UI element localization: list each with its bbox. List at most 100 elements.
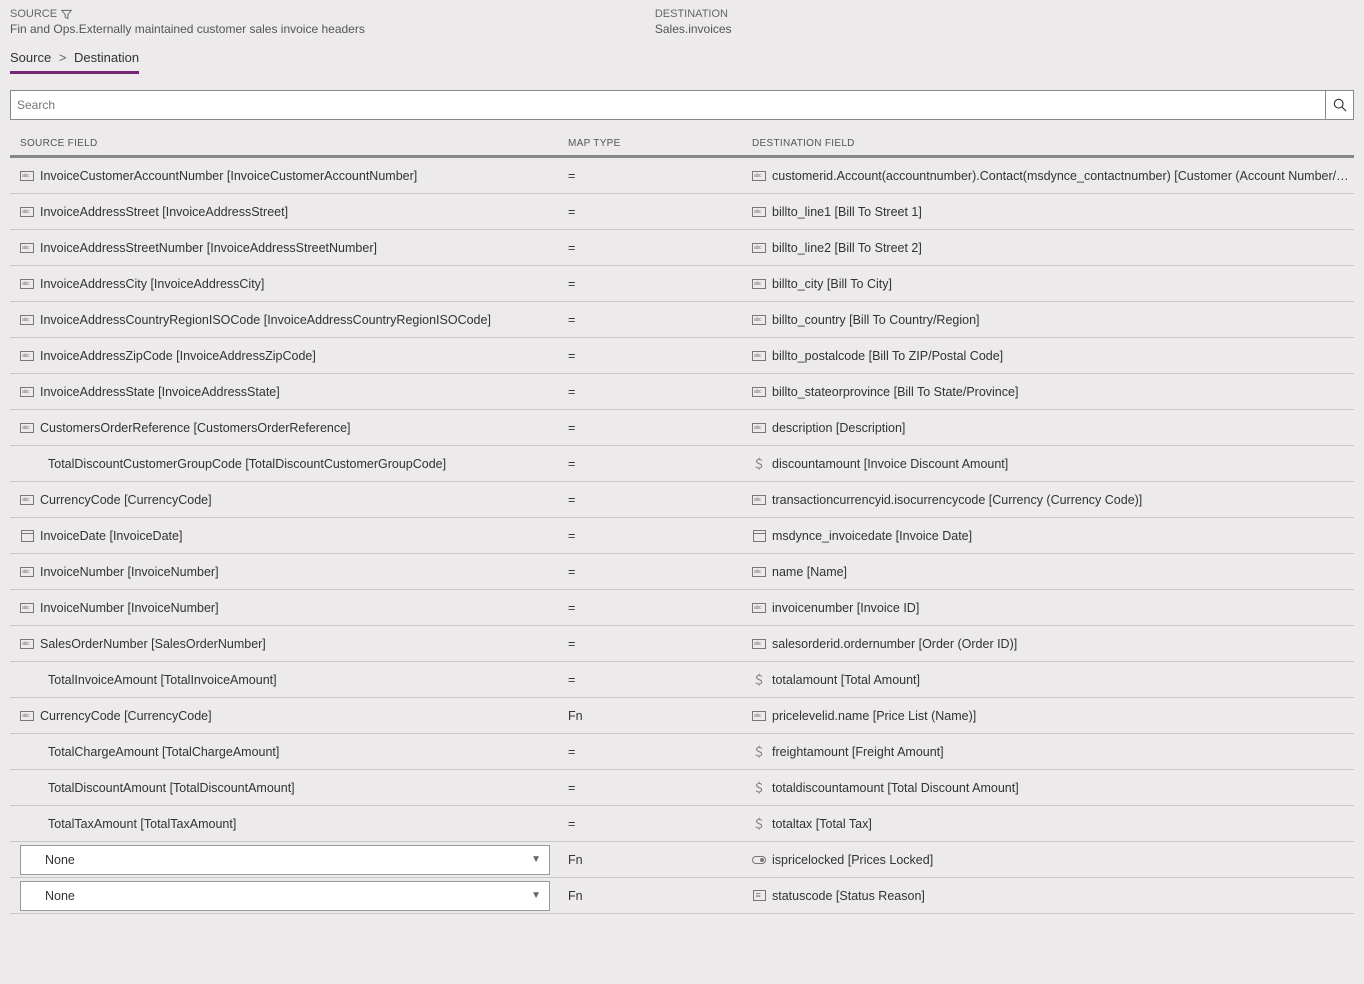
map-type-cell[interactable]: = bbox=[568, 385, 752, 399]
source-field-cell[interactable]: TotalTaxAmount [TotalTaxAmount] bbox=[10, 817, 568, 831]
map-type-cell[interactable]: Fn bbox=[568, 853, 752, 867]
destination-field-cell[interactable]: billto_postalcode [Bill To ZIP/Postal Co… bbox=[752, 349, 1354, 363]
destination-field-cell[interactable]: name [Name] bbox=[752, 565, 1354, 579]
grid-header: SOURCE FIELD MAP TYPE DESTINATION FIELD bbox=[10, 132, 1354, 158]
destination-field-cell[interactable]: billto_city [Bill To City] bbox=[752, 277, 1354, 291]
map-type-cell[interactable]: = bbox=[568, 277, 752, 291]
source-field-cell[interactable]: InvoiceAddressStreetNumber [InvoiceAddre… bbox=[10, 241, 568, 255]
breadcrumb-tab[interactable]: Source > Destination bbox=[10, 46, 139, 74]
mapping-row[interactable]: TotalDiscountAmount [TotalDiscountAmount… bbox=[10, 770, 1354, 806]
source-field-cell[interactable]: InvoiceDate [InvoiceDate] bbox=[10, 529, 568, 543]
mapping-row[interactable]: TotalChargeAmount [TotalChargeAmount]=＄f… bbox=[10, 734, 1354, 770]
source-field-cell[interactable]: TotalDiscountAmount [TotalDiscountAmount… bbox=[10, 781, 568, 795]
mapping-row[interactable]: InvoiceAddressCity [InvoiceAddressCity]=… bbox=[10, 266, 1354, 302]
destination-field-cell[interactable]: salesorderid.ordernumber [Order (Order I… bbox=[752, 637, 1354, 651]
source-field-select[interactable]: None▼ bbox=[20, 881, 550, 911]
source-field-cell[interactable]: TotalInvoiceAmount [TotalInvoiceAmount] bbox=[10, 673, 568, 687]
breadcrumb-sep: > bbox=[59, 50, 67, 65]
destination-field-cell[interactable]: description [Description] bbox=[752, 421, 1354, 435]
mapping-row[interactable]: TotalInvoiceAmount [TotalInvoiceAmount]=… bbox=[10, 662, 1354, 698]
destination-field-cell[interactable]: invoicenumber [Invoice ID] bbox=[752, 601, 1354, 615]
source-field-cell[interactable]: InvoiceAddressState [InvoiceAddressState… bbox=[10, 385, 568, 399]
source-field-select[interactable]: None▼ bbox=[20, 845, 550, 875]
text-field-icon bbox=[752, 494, 766, 506]
mapping-row[interactable]: TotalDiscountCustomerGroupCode [TotalDis… bbox=[10, 446, 1354, 482]
mapping-row[interactable]: TotalTaxAmount [TotalTaxAmount]=＄totalta… bbox=[10, 806, 1354, 842]
mapping-row[interactable]: InvoiceAddressCountryRegionISOCode [Invo… bbox=[10, 302, 1354, 338]
source-field-cell[interactable]: InvoiceAddressZipCode [InvoiceAddressZip… bbox=[10, 349, 568, 363]
mapping-row[interactable]: CurrencyCode [CurrencyCode]Fnpriceleveli… bbox=[10, 698, 1354, 734]
source-field-cell[interactable]: CurrencyCode [CurrencyCode] bbox=[10, 493, 568, 507]
source-field-cell[interactable]: TotalDiscountCustomerGroupCode [TotalDis… bbox=[10, 457, 568, 471]
source-field-cell[interactable]: InvoiceNumber [InvoiceNumber] bbox=[10, 565, 568, 579]
search-input[interactable] bbox=[10, 90, 1354, 120]
mapping-row[interactable]: SalesOrderNumber [SalesOrderNumber] =sale… bbox=[10, 626, 1354, 662]
map-type-cell[interactable]: Fn bbox=[568, 889, 752, 903]
mapping-row[interactable]: InvoiceAddressStreetNumber [InvoiceAddre… bbox=[10, 230, 1354, 266]
destination-field-text: billto_city [Bill To City] bbox=[772, 277, 892, 291]
destination-field-cell[interactable]: ＄totaltax [Total Tax] bbox=[752, 817, 1354, 831]
source-field-cell[interactable]: InvoiceAddressStreet [InvoiceAddressStre… bbox=[10, 205, 568, 219]
map-type-cell[interactable]: = bbox=[568, 817, 752, 831]
map-type-cell[interactable]: = bbox=[568, 565, 752, 579]
mapping-row[interactable]: CustomersOrderReference [CustomersOrderR… bbox=[10, 410, 1354, 446]
destination-field-cell[interactable]: ＄discountamount [Invoice Discount Amount… bbox=[752, 457, 1354, 471]
destination-field-cell[interactable]: customerid.Account(accountnumber).Contac… bbox=[752, 169, 1354, 183]
source-field-cell[interactable]: None▼ bbox=[10, 881, 568, 911]
map-type-cell[interactable]: Fn bbox=[568, 709, 752, 723]
col-map-header[interactable]: MAP TYPE bbox=[568, 138, 752, 149]
col-source-header[interactable]: SOURCE FIELD bbox=[10, 138, 568, 149]
destination-field-cell[interactable]: transactioncurrencyid.isocurrencycode [C… bbox=[752, 493, 1354, 507]
mapping-row[interactable]: InvoiceAddressZipCode [InvoiceAddressZip… bbox=[10, 338, 1354, 374]
destination-field-cell[interactable]: ＄totaldiscountamount [Total Discount Amo… bbox=[752, 781, 1354, 795]
destination-field-cell[interactable]: billto_country [Bill To Country/Region] bbox=[752, 313, 1354, 327]
source-field-cell[interactable]: InvoiceNumber [InvoiceNumber] bbox=[10, 601, 568, 615]
map-type-cell[interactable]: = bbox=[568, 349, 752, 363]
map-type-cell[interactable]: = bbox=[568, 493, 752, 507]
map-type-cell[interactable]: = bbox=[568, 781, 752, 795]
source-field-cell[interactable]: InvoiceAddressCountryRegionISOCode [Invo… bbox=[10, 313, 568, 327]
mapping-row[interactable]: CurrencyCode [CurrencyCode]=transactionc… bbox=[10, 482, 1354, 518]
date-field-icon bbox=[752, 530, 766, 542]
destination-field-cell[interactable]: ispricelocked [Prices Locked] bbox=[752, 853, 1354, 867]
destination-field-cell[interactable]: billto_stateorprovince [Bill To State/Pr… bbox=[752, 385, 1354, 399]
source-field-cell[interactable]: CurrencyCode [CurrencyCode] bbox=[10, 709, 568, 723]
map-type-cell[interactable]: = bbox=[568, 529, 752, 543]
map-type-cell[interactable]: = bbox=[568, 637, 752, 651]
search-button[interactable] bbox=[1325, 91, 1353, 119]
mapping-row[interactable]: InvoiceCustomerAccountNumber [InvoiceCus… bbox=[10, 158, 1354, 194]
destination-field-cell[interactable]: billto_line1 [Bill To Street 1] bbox=[752, 205, 1354, 219]
filter-icon[interactable] bbox=[61, 9, 72, 20]
source-field-cell[interactable]: TotalChargeAmount [TotalChargeAmount] bbox=[10, 745, 568, 759]
destination-field-cell[interactable]: ＄totalamount [Total Amount] bbox=[752, 673, 1354, 687]
map-type-cell[interactable]: = bbox=[568, 457, 752, 471]
map-type-cell[interactable]: = bbox=[568, 421, 752, 435]
mapping-row[interactable]: InvoiceNumber [InvoiceNumber]=name [Name… bbox=[10, 554, 1354, 590]
source-field-cell[interactable]: None▼ bbox=[10, 845, 568, 875]
map-type-cell[interactable]: = bbox=[568, 745, 752, 759]
map-type-cell[interactable]: = bbox=[568, 241, 752, 255]
source-field-cell[interactable]: InvoiceAddressCity [InvoiceAddressCity] bbox=[10, 277, 568, 291]
destination-field-cell[interactable]: billto_line2 [Bill To Street 2] bbox=[752, 241, 1354, 255]
mapping-row[interactable]: InvoiceNumber [InvoiceNumber] =invoicenum… bbox=[10, 590, 1354, 626]
destination-field-cell[interactable]: ＄freightamount [Freight Amount] bbox=[752, 745, 1354, 759]
mapping-row[interactable]: InvoiceDate [InvoiceDate]=msdynce_invoic… bbox=[10, 518, 1354, 554]
destination-field-cell[interactable]: msdynce_invoicedate [Invoice Date] bbox=[752, 529, 1354, 543]
source-field-cell[interactable]: CustomersOrderReference [CustomersOrderR… bbox=[10, 421, 568, 435]
mapping-row[interactable]: InvoiceAddressState [InvoiceAddressState… bbox=[10, 374, 1354, 410]
col-dest-header[interactable]: DESTINATION FIELD bbox=[752, 138, 1354, 149]
mapping-row[interactable]: None▼ Fnispricelocked [Prices Locked] bbox=[10, 842, 1354, 878]
destination-field-cell[interactable]: pricelevelid.name [Price List (Name)] bbox=[752, 709, 1354, 723]
map-type-cell[interactable]: = bbox=[568, 205, 752, 219]
map-type-cell[interactable]: = bbox=[568, 313, 752, 327]
source-field-text: InvoiceNumber [InvoiceNumber] bbox=[40, 601, 219, 615]
mapping-row[interactable]: None▼ Fnstatuscode [Status Reason] bbox=[10, 878, 1354, 914]
source-field-cell[interactable]: InvoiceCustomerAccountNumber [InvoiceCus… bbox=[10, 169, 568, 183]
destination-field-cell[interactable]: statuscode [Status Reason] bbox=[752, 889, 1354, 903]
map-type-cell[interactable]: = bbox=[568, 169, 752, 183]
map-type-cell[interactable]: = bbox=[568, 601, 752, 615]
source-field-text: SalesOrderNumber [SalesOrderNumber] bbox=[40, 637, 266, 651]
mapping-row[interactable]: InvoiceAddressStreet [InvoiceAddressStre… bbox=[10, 194, 1354, 230]
map-type-cell[interactable]: = bbox=[568, 673, 752, 687]
source-field-cell[interactable]: SalesOrderNumber [SalesOrderNumber] bbox=[10, 637, 568, 651]
